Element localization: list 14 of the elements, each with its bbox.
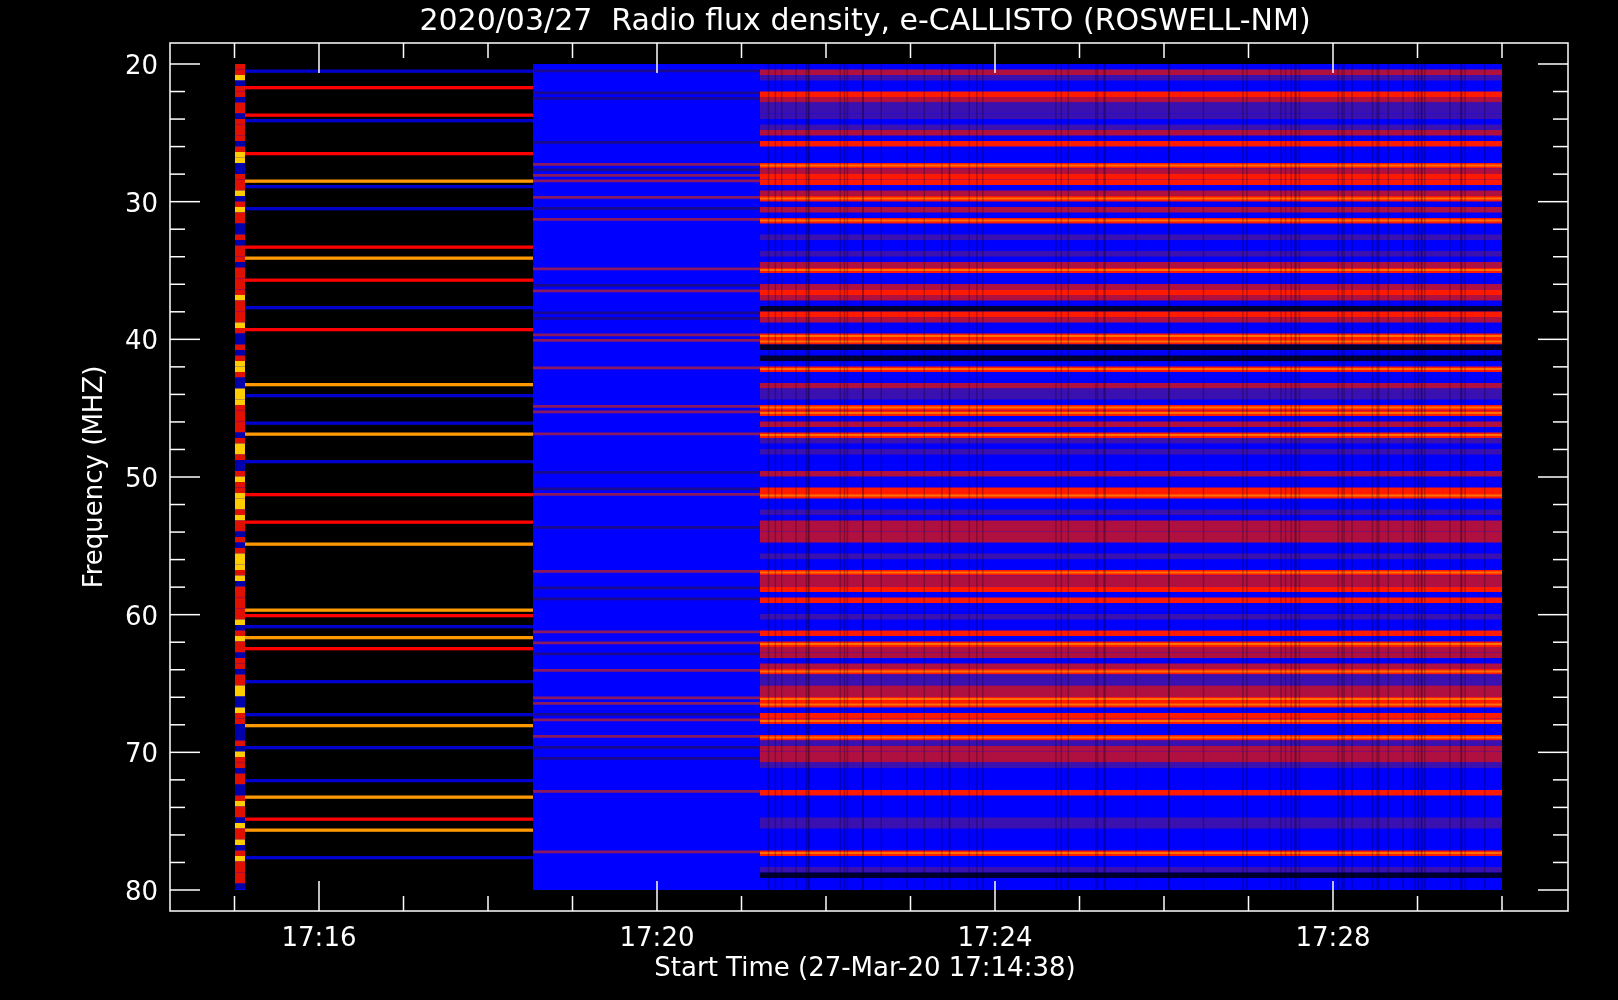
chart-title: 2020/03/27 Radio flux density, e-CALLISTO (ROSWELL-NM) bbox=[419, 2, 1311, 37]
axis-title: Frequency (MHZ) bbox=[78, 365, 108, 589]
axis-title: Start Time (27-Mar-20 17:14:38) bbox=[654, 952, 1076, 982]
axis-tick-label: 17:16 bbox=[281, 922, 357, 952]
axis-tick-label: 17:28 bbox=[1295, 922, 1371, 952]
axis-tick-label: 50 bbox=[124, 463, 158, 493]
axis-tick-label: 60 bbox=[124, 600, 158, 631]
axis-tick-label: 17:20 bbox=[619, 922, 695, 952]
axis-tick-label: 17:24 bbox=[957, 922, 1033, 952]
axis-tick-label: 40 bbox=[124, 325, 158, 356]
axis-tick-label: 20 bbox=[124, 50, 158, 80]
axis-tick-label: 80 bbox=[124, 876, 158, 906]
axis-tick-label: 30 bbox=[124, 187, 158, 218]
axis-tick-label: 70 bbox=[124, 738, 158, 769]
